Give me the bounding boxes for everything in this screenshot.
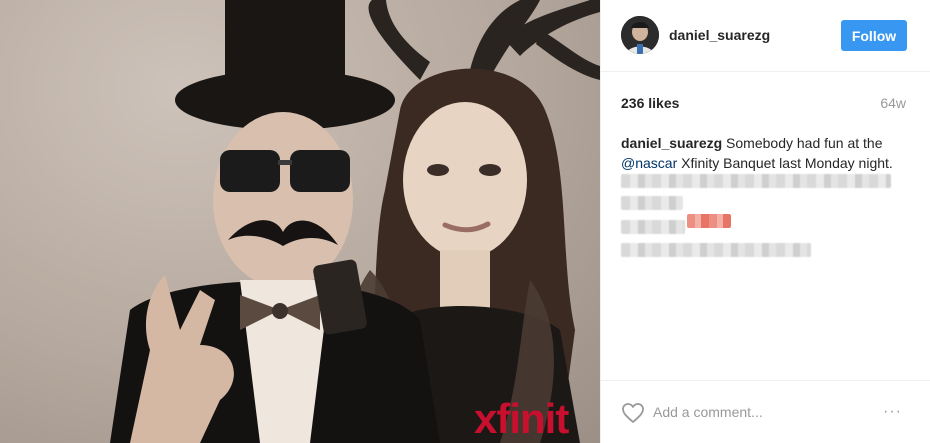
photo-illustration [0,0,600,443]
comment-input[interactable] [653,401,853,423]
caption-author-link[interactable]: daniel_suarezg [621,135,722,151]
caption-text-before: Somebody had fun at the [726,135,883,151]
post-age[interactable]: 64w [880,95,906,111]
redacted-line [621,174,891,188]
caption-mention-link[interactable]: @nascar [621,155,677,171]
photo-watermark: xfinit [474,395,569,442]
follow-button[interactable]: Follow [841,20,907,51]
comment-bar: ··· [601,380,930,443]
redacted-line [621,196,683,210]
post-caption: daniel_suarezg Somebody had fun at the @… [621,133,911,173]
redacted-line [621,220,685,234]
post-details-pane: daniel_suarezg Follow 236 likes 64w dani… [600,0,930,443]
avatar-image [621,16,659,54]
like-count[interactable]: 236 likes [621,95,679,111]
caption-text-after: Xfinity Banquet last Monday night. [681,155,893,171]
avatar[interactable] [621,16,659,54]
more-options-icon[interactable]: ··· [883,403,909,421]
redacted-emoji [687,214,731,228]
post-header: daniel_suarezg Follow [601,0,930,72]
post-photo[interactable]: xfinit [0,0,600,443]
username-link[interactable]: daniel_suarezg [669,27,770,43]
heart-outline-icon[interactable] [621,402,645,424]
redacted-line [621,243,811,257]
